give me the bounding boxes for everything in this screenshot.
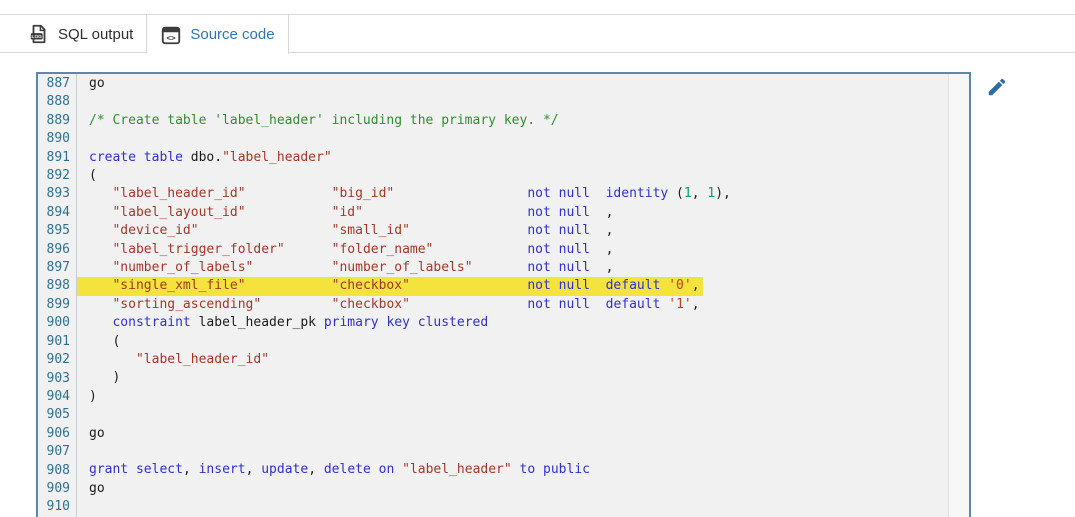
code-line: /* Create table 'label_header' including… xyxy=(89,112,559,128)
tab-sql-output[interactable]: LOG SQL output xyxy=(15,15,146,53)
tab-label-source-code: Source code xyxy=(190,26,275,43)
code-line: go xyxy=(89,76,105,91)
source-code-panel: 887 888 889 890 891 892 893 894 895 896 897 898 899 9… xyxy=(36,72,971,517)
tab-bar: LOG SQL output <> Source code xyxy=(0,15,1075,54)
line-number: 909 xyxy=(46,480,70,496)
line-number: 896 xyxy=(46,241,70,257)
code-line: ( xyxy=(89,333,121,349)
code-line: go xyxy=(89,425,105,441)
sql-client-window: LOG SQL output <> Source code 887 888 889 8… xyxy=(0,0,1075,517)
tab-label-sql-output: SQL output xyxy=(58,25,134,43)
code-line: "number_of_labels" "number_of_labels" no… xyxy=(112,260,614,276)
tab-source-code[interactable]: <> Source code xyxy=(146,15,289,54)
code-line: constraint label_header_pk primary key c… xyxy=(112,315,489,331)
code-line: ( xyxy=(89,168,97,183)
line-number: 905 xyxy=(46,407,70,423)
line-number: 906 xyxy=(46,425,70,441)
code-line: "sorting_ascending" "checkbox" not null … xyxy=(112,296,700,312)
line-number: 891 xyxy=(46,149,70,165)
code-line: go xyxy=(89,480,105,496)
code-line: "label_header_id" "big_id" not null iden… xyxy=(112,186,731,202)
line-number: 900 xyxy=(46,315,70,331)
code-window-icon: <> xyxy=(160,24,182,46)
code-line: "device_id" "small_id" not null , xyxy=(112,223,614,239)
line-number: 899 xyxy=(46,296,70,312)
highlighted-code: "single_xml_file" "checkbox" not null de… xyxy=(89,277,703,296)
line-number: 890 xyxy=(46,131,70,147)
line-number: 887 xyxy=(46,76,70,91)
line-number: 910 xyxy=(46,499,70,515)
line-number: 902 xyxy=(46,352,70,368)
code-line: "label_header_id" xyxy=(135,352,270,368)
pencil-icon xyxy=(988,78,1006,96)
code-glyph-text: <> xyxy=(167,33,177,42)
line-number: 893 xyxy=(46,186,70,202)
line-number-gutter: 887 888 889 890 891 892 893 894 895 896 897 898 899 9… xyxy=(38,74,77,517)
code-line: ) xyxy=(89,370,121,386)
line-number: 903 xyxy=(46,370,70,386)
log-badge-text: LOG xyxy=(32,34,43,40)
line-number: 892 xyxy=(46,168,70,184)
scrollbar-track[interactable] xyxy=(948,74,969,517)
line-number: 907 xyxy=(46,444,70,460)
code-line: grant select, insert, update, delete on … xyxy=(89,462,590,478)
line-number: 897 xyxy=(46,260,70,276)
line-number: 904 xyxy=(46,388,70,404)
line-number: 889 xyxy=(46,112,70,128)
edit-button[interactable] xyxy=(986,76,1010,100)
log-file-icon: LOG xyxy=(28,23,50,45)
code-line: ) xyxy=(89,388,97,404)
code-content[interactable]: go /* Create table 'label_header' includi… xyxy=(77,74,948,517)
code-line: "single_xml_file" "checkbox" not null de… xyxy=(89,277,948,296)
line-number: 908 xyxy=(46,462,70,478)
line-number: 898 xyxy=(46,278,70,294)
code-line: create table dbo."label_header" xyxy=(89,149,332,165)
line-number: 894 xyxy=(46,204,70,220)
code-line: "label_trigger_folder" "folder_name" not… xyxy=(112,241,614,257)
line-number: 888 xyxy=(46,94,70,110)
line-number: 895 xyxy=(46,223,70,239)
line-number: 901 xyxy=(46,333,70,349)
code-line: "label_layout_id" "id" not null , xyxy=(112,204,614,220)
